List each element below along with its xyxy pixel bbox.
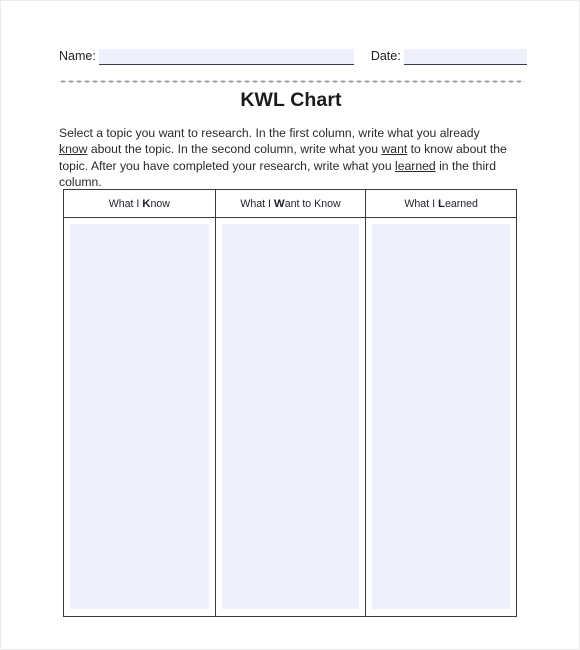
instructions-emphasis-want: want (381, 142, 408, 157)
name-date-row: Name: Date: (59, 45, 527, 65)
kwl-header-want-lead: What I (240, 197, 274, 210)
kwl-cell-learned (365, 218, 516, 616)
instructions-emphasis-know: know (59, 142, 88, 157)
name-input[interactable] (98, 49, 354, 65)
kwl-cell-know (64, 218, 215, 616)
kwl-header-learned-label: What I Learned (404, 198, 478, 210)
kwl-header-know: What I Know (64, 190, 215, 217)
page-title: KWL Chart (240, 89, 342, 111)
kwl-header-want-rest: ant to Know (284, 197, 341, 210)
kwl-table-body-row (64, 218, 516, 616)
kwl-header-want-label: What I Want to Know (240, 198, 340, 210)
date-label: Date: (370, 49, 401, 63)
instructions-part-2: about the topic. In the second column, w… (87, 142, 382, 157)
kwl-header-learned-lead: What I (404, 197, 438, 210)
instructions-text: Select a topic you want to research. In … (59, 125, 511, 191)
kwl-header-learned: What I Learned (365, 190, 516, 217)
kwl-cell-want-to-know (214, 218, 366, 616)
instructions-part-1: Select a topic you want to research. In … (59, 126, 480, 140)
kwl-header-want-to-know: What I Want to Know (214, 190, 366, 217)
worksheet-page: Name: Date: KWL Chart Select a topic you… (0, 0, 580, 650)
name-label: Name: (59, 49, 96, 63)
kwl-header-know-key: K (142, 197, 151, 210)
kwl-table-header-row: What I Know What I Want to Know What I L… (64, 190, 516, 218)
kwl-table: What I Know What I Want to Know What I L… (63, 189, 517, 617)
kwl-header-know-lead: What I (108, 197, 143, 210)
kwl-header-learned-rest: earned (444, 197, 478, 210)
kwl-header-learned-key: L (437, 197, 445, 210)
kwl-writing-area-learned[interactable] (372, 224, 511, 609)
instructions-emphasis-learned: learned (395, 158, 436, 173)
kwl-header-want-key: W (273, 197, 285, 210)
dotted-divider (59, 80, 525, 83)
kwl-header-know-label: What I Know (109, 198, 170, 210)
kwl-header-know-rest: now (150, 197, 170, 210)
kwl-writing-area-know[interactable] (70, 224, 209, 609)
kwl-writing-area-want[interactable] (221, 224, 360, 609)
date-input[interactable] (403, 49, 527, 65)
